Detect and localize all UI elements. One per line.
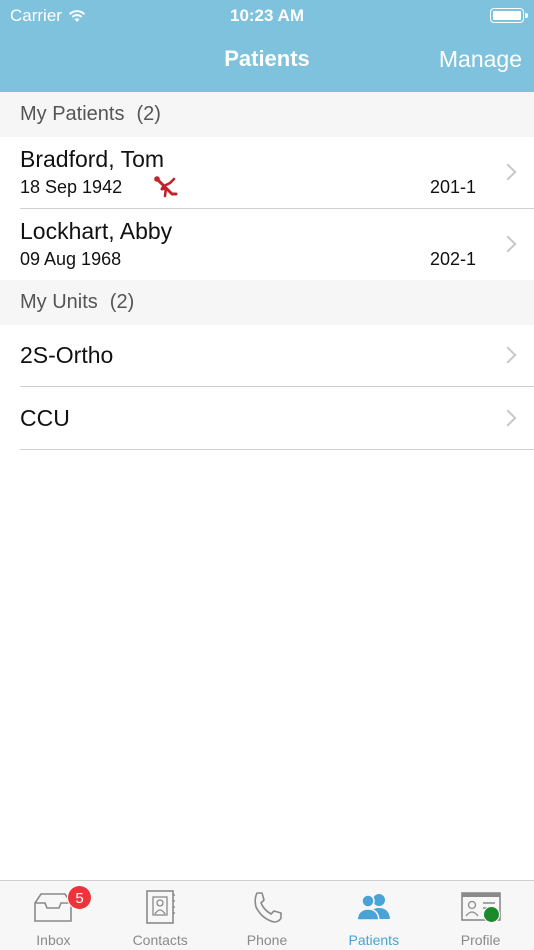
patient-row[interactable]: Bradford, Tom 18 Sep 1942 201-1	[0, 137, 534, 209]
chevron-right-icon	[499, 409, 517, 427]
presence-status-indicator	[483, 906, 500, 923]
tab-phone[interactable]: Phone	[214, 881, 321, 950]
tab-contacts[interactable]: Contacts	[107, 881, 214, 950]
patient-name: Bradford, Tom	[20, 146, 165, 172]
tab-label: Patients	[348, 932, 400, 948]
section-title: My Patients	[20, 103, 125, 125]
battery-icon	[490, 8, 528, 23]
patient-bed: 201-1	[429, 177, 476, 197]
patient-dob: 18 Sep 1942	[20, 177, 123, 197]
row-divider	[20, 449, 534, 450]
tab-bar: 5 Inbox Contacts Phone Patients Profile	[0, 880, 534, 950]
status-time: 10:23 AM	[229, 6, 304, 25]
tab-label: Inbox	[36, 932, 71, 948]
patient-row[interactable]: Lockhart, Abby 09 Aug 1968 202-1	[0, 209, 534, 280]
tab-patients[interactable]: Patients	[320, 881, 427, 950]
unit-name: CCU	[20, 405, 70, 431]
chevron-right-icon	[499, 346, 517, 364]
patient-name: Lockhart, Abby	[20, 218, 173, 244]
tab-profile[interactable]: Profile	[427, 881, 534, 950]
unread-badge: 5	[67, 885, 92, 910]
phone-icon	[254, 892, 282, 923]
patient-bed: 202-1	[429, 249, 476, 269]
unit-row[interactable]: 2S-Ortho	[0, 325, 534, 387]
fall-risk-icon	[154, 176, 178, 198]
tab-label: Phone	[246, 932, 288, 948]
manage-button[interactable]: Manage	[439, 46, 522, 73]
nav-bar: Patients Manage	[0, 30, 534, 92]
contacts-icon	[146, 890, 176, 924]
status-bar: Carrier 10:23 AM	[0, 0, 534, 30]
tab-inbox[interactable]: 5 Inbox	[0, 881, 107, 950]
patient-dob: 09 Aug 1968	[20, 249, 122, 269]
unit-row[interactable]: CCU	[0, 387, 534, 450]
chevron-right-icon	[499, 163, 517, 181]
section-header-my-units: My Units (2)	[0, 280, 534, 325]
section-count: (2)	[136, 103, 161, 125]
tab-label: Contacts	[132, 932, 188, 948]
patients-icon	[355, 894, 390, 921]
section-title: My Units	[20, 291, 98, 313]
section-count: (2)	[109, 291, 135, 313]
tab-label: Profile	[460, 932, 501, 948]
chevron-right-icon	[499, 235, 517, 253]
unit-name: 2S-Ortho	[20, 342, 114, 368]
section-header-my-patients: My Patients (2)	[0, 92, 534, 137]
